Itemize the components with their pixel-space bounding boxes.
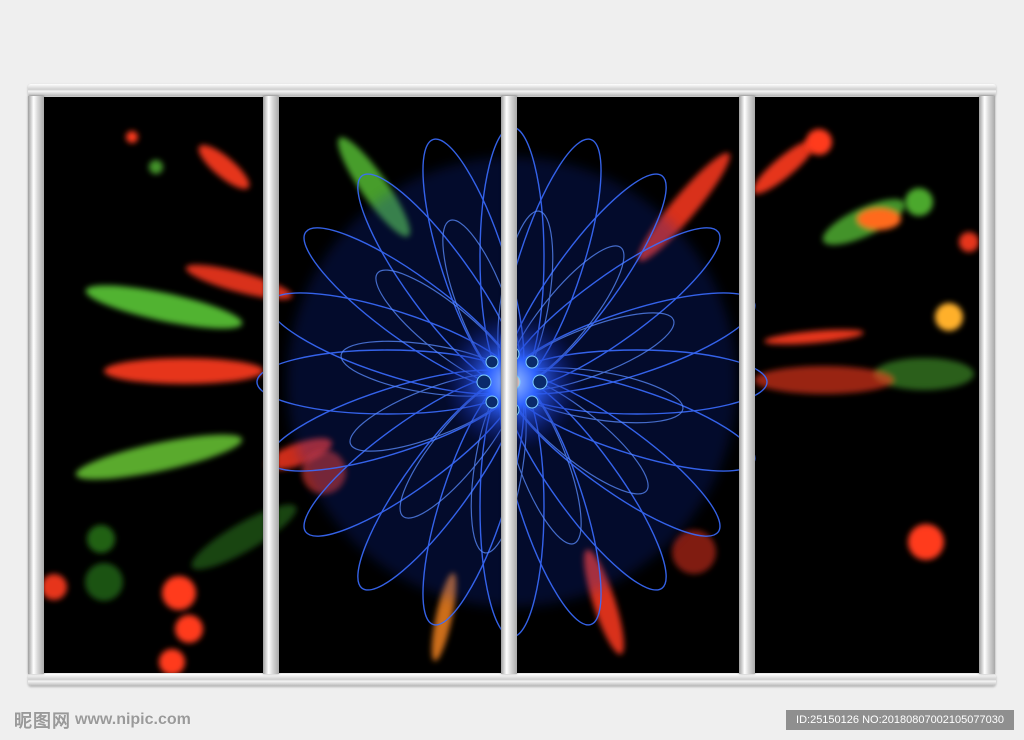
frame-post-right [979,96,995,674]
nipic-logo: 昵图网 [14,711,71,731]
frame-post-divider-2 [501,96,517,674]
frame-post-divider-3 [739,96,755,674]
artwork-canvas [0,0,1024,740]
frame-post-left [28,96,44,674]
nipic-url: www.nipic.com [75,711,191,728]
nipic-watermark: 昵图网 www.nipic.com [14,708,191,732]
frame-bottom-rail [28,674,996,686]
frame-top-rail [28,84,996,96]
frame-post-divider-1 [263,96,279,674]
image-id-label: ID:25150126 NO:20180807002105077030 [786,710,1014,730]
